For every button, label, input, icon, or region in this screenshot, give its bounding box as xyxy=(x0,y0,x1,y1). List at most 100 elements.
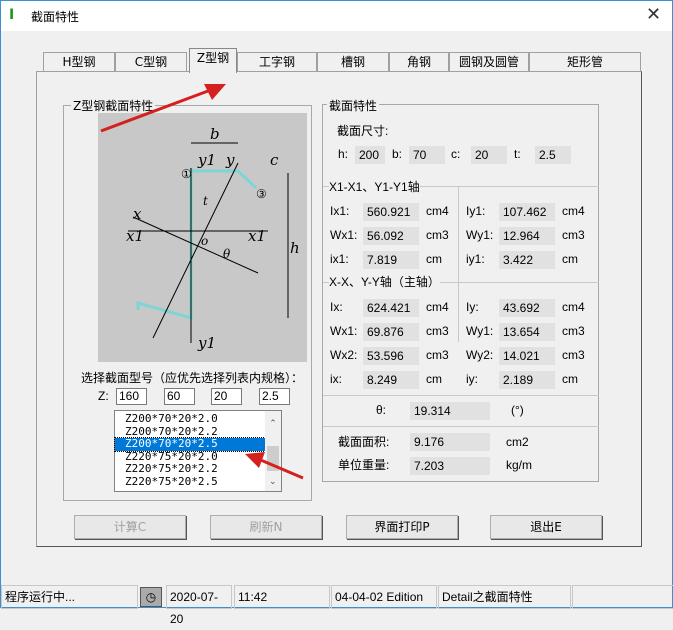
prop-unit: cm3 xyxy=(562,228,585,242)
weight-unit: kg/m xyxy=(506,458,533,472)
prop-label: Wx2: xyxy=(330,348,358,362)
prop-unit: cm xyxy=(426,252,442,266)
prop-value: 69.876 xyxy=(363,323,419,341)
prop-value: 7.819 xyxy=(363,251,419,269)
prop-value: 624.421 xyxy=(363,299,419,317)
dim-label: t: xyxy=(514,147,521,161)
select-section-label: 选择截面型号（应优先选择列表内规格）： xyxy=(81,371,304,385)
label-x: x xyxy=(133,205,142,223)
tab-6[interactable]: 圆钢及圆管 xyxy=(449,52,529,72)
tab-label: C型钢 xyxy=(134,55,168,69)
prop-value: 56.092 xyxy=(363,227,419,245)
prop-unit: cm xyxy=(426,372,442,386)
divider xyxy=(458,187,459,342)
prop-label: iy1: xyxy=(466,252,485,266)
button-3[interactable]: 退出E xyxy=(490,515,602,539)
prop-unit: cm4 xyxy=(426,300,449,314)
prop-value: 43.692 xyxy=(499,299,555,317)
prop-label: Iy1: xyxy=(466,204,486,218)
divider xyxy=(323,395,599,396)
status-pane-2: 11:42 xyxy=(234,585,330,609)
axis1-title: X1-X1、Y1-Y1轴 xyxy=(329,178,420,196)
window-title: 截面特性 xyxy=(31,10,80,24)
prop-label: Wx1: xyxy=(330,228,358,242)
close-button[interactable]: ✕ xyxy=(646,4,661,25)
prop-unit: cm4 xyxy=(562,300,585,314)
button-2[interactable]: 界面打印P xyxy=(346,515,458,539)
dim-value: 20 xyxy=(471,146,507,164)
prop-value: 3.422 xyxy=(499,251,555,269)
label-x1-right: x1 xyxy=(248,227,266,245)
label-c: c xyxy=(270,151,279,169)
label-o: o xyxy=(201,234,208,248)
tab-label: 圆钢及圆管 xyxy=(458,55,519,69)
button-label: 退出E xyxy=(530,520,562,534)
prop-value: 560.921 xyxy=(363,203,419,221)
area-value: 9.176 xyxy=(410,433,490,451)
prop-value: 53.596 xyxy=(363,347,419,365)
tab-label: H型钢 xyxy=(62,55,96,69)
tab-7[interactable]: 矩形管 xyxy=(529,52,641,72)
button-0[interactable]: 计算C xyxy=(74,515,186,539)
theta-label: θ: xyxy=(376,403,387,417)
h-input[interactable]: 160 xyxy=(116,388,147,405)
area-label: 截面面积: xyxy=(338,435,390,449)
prop-value: 8.249 xyxy=(363,371,419,389)
prop-unit: cm3 xyxy=(426,228,449,242)
tab-3[interactable]: 工字钢 xyxy=(237,52,317,72)
dim-value: 200 xyxy=(355,146,385,164)
prop-value: 13.654 xyxy=(499,323,555,341)
list-item[interactable]: Z200*70*20*2.0 xyxy=(115,412,265,426)
divider xyxy=(323,426,599,427)
z-section-diagram: b c h t x x1 x1 y y1 y1 o θ ① ③ xyxy=(98,113,307,362)
label-theta: θ xyxy=(223,247,231,261)
button-1[interactable]: 刷新N xyxy=(210,515,322,539)
status-pane-1: 2020-07-20 xyxy=(166,585,232,626)
tab-2[interactable]: Z型钢 xyxy=(189,48,237,73)
label-h: h xyxy=(290,239,300,257)
label-y: y xyxy=(225,151,235,169)
tab-0[interactable]: H型钢 xyxy=(43,52,115,72)
status-pane-0: 程序运行中... xyxy=(1,585,138,609)
weight-label: 单位重量: xyxy=(338,458,390,472)
prop-label: Iy: xyxy=(466,300,479,314)
red-arrow-icon xyxy=(100,84,226,133)
b-input[interactable]: 60 xyxy=(164,388,195,405)
theta-value: 19.314 xyxy=(410,402,490,420)
prop-unit: cm3 xyxy=(426,348,449,362)
dim-label: c: xyxy=(451,147,461,161)
prop-label: ix1: xyxy=(330,252,349,266)
prop-label: iy: xyxy=(466,372,478,386)
label-y1: y1 xyxy=(197,151,216,169)
dim-value: 2.5 xyxy=(535,146,571,164)
prop-value: 107.462 xyxy=(499,203,555,221)
prop-label: Wx1: xyxy=(330,324,358,338)
tab-5[interactable]: 角钢 xyxy=(389,52,449,72)
red-arrow-icon xyxy=(245,452,304,480)
prop-label: Wy1: xyxy=(466,324,494,338)
t-input[interactable]: 2.5 xyxy=(259,388,290,405)
tab-4[interactable]: 槽钢 xyxy=(317,52,389,72)
prop-value: 12.964 xyxy=(499,227,555,245)
prop-unit: cm xyxy=(562,252,578,266)
c-input[interactable]: 20 xyxy=(211,388,242,405)
tab-label: Z型钢 xyxy=(196,51,230,65)
status-pane-3: 04-04-02 Edition xyxy=(331,585,437,609)
prop-label: ix: xyxy=(330,372,342,386)
tab-label: 工字钢 xyxy=(258,55,295,69)
prop-unit: cm3 xyxy=(562,324,585,338)
label-point-1: ① xyxy=(181,167,192,181)
tab-label: 矩形管 xyxy=(566,55,603,69)
axis2-title: X-X、Y-Y轴（主轴） xyxy=(329,273,440,291)
prop-unit: cm3 xyxy=(426,324,449,338)
scroll-up-icon[interactable]: ⌃ xyxy=(265,419,281,429)
prop-value: 14.021 xyxy=(499,347,555,365)
prop-unit: cm4 xyxy=(562,204,585,218)
prop-unit: cm xyxy=(562,372,578,386)
dim-label: b: xyxy=(392,147,403,161)
app-icon: I xyxy=(9,7,15,23)
prop-label: Wy1: xyxy=(466,228,494,242)
tab-1[interactable]: C型钢 xyxy=(115,52,187,72)
theta-unit: (°) xyxy=(511,403,524,417)
weight-value: 7.203 xyxy=(410,457,490,475)
